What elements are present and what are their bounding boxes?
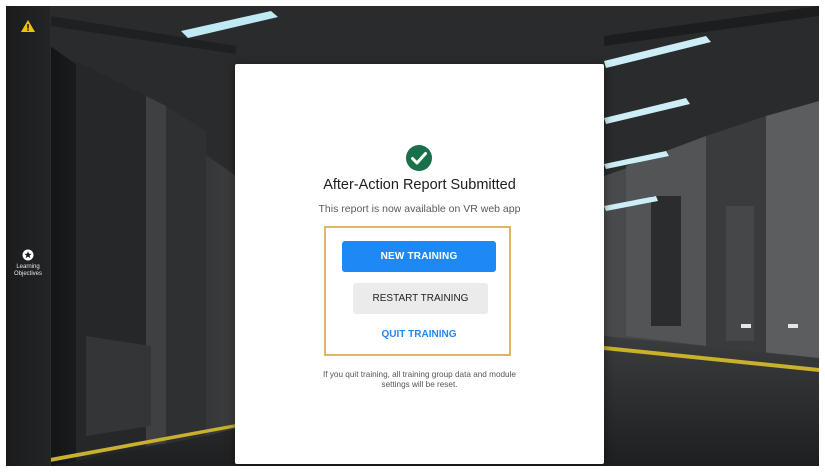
new-training-button[interactable]: NEW TRAINING <box>342 241 496 272</box>
warning-triangle-icon <box>21 20 35 32</box>
quit-warning-line2: settings will be reset. <box>381 380 458 389</box>
left-sidebar: Learning Objectives <box>6 6 51 466</box>
learning-objectives-button[interactable]: Learning Objectives <box>6 249 50 278</box>
quit-warning-note: If you quit training, all training group… <box>299 370 540 390</box>
highlighted-action-group: NEW TRAINING RESTART TRAINING QUIT TRAIN… <box>324 226 511 356</box>
dialog-subtitle: This report is now available on VR web a… <box>318 203 521 215</box>
quit-training-button[interactable]: QUIT TRAINING <box>342 323 496 345</box>
check-circle-icon <box>406 145 432 171</box>
quit-warning-line1: If you quit training, all training group… <box>323 370 516 379</box>
vr-viewport: Learning Objectives After-Action Report … <box>6 6 819 466</box>
star-badge-icon <box>22 249 34 261</box>
learning-objectives-label-line2: Objectives <box>13 271 42 277</box>
restart-training-button[interactable]: RESTART TRAINING <box>353 283 488 314</box>
learning-objectives-label-line1: Learning <box>16 264 40 270</box>
report-submitted-dialog: After-Action Report Submitted This repor… <box>235 64 604 464</box>
dialog-title: After-Action Report Submitted <box>323 177 516 193</box>
